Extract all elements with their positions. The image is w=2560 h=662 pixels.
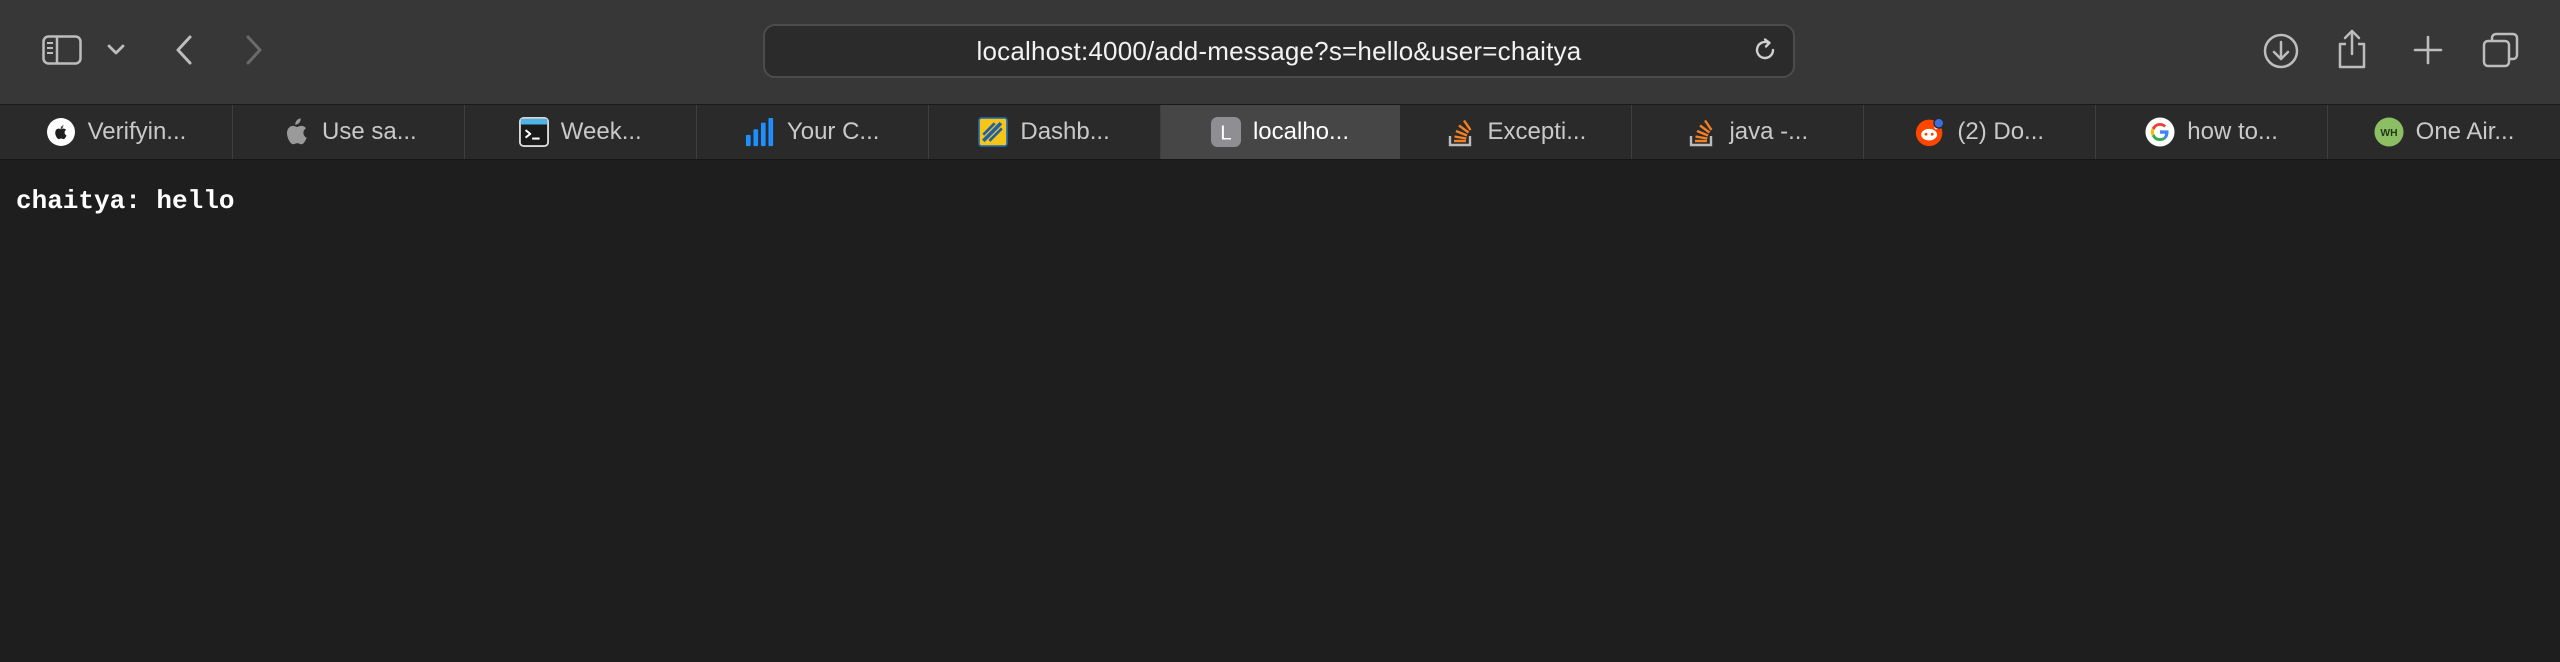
reload-button[interactable] [1751, 37, 1779, 68]
tab-localhost[interactable]: L localho... [1160, 105, 1401, 159]
tab-use-sa[interactable]: Use sa... [233, 105, 465, 159]
browser-window: localhost:4000/add-message?s=hello&user=… [0, 0, 2560, 662]
tab-label: Your C... [786, 118, 880, 145]
share-icon [2336, 28, 2368, 70]
browser-toolbar: localhost:4000/add-message?s=hello&user=… [0, 0, 2560, 104]
tab-bar: Verifyin... Use sa... Week... Your C... … [0, 104, 2560, 160]
terminal-icon [518, 117, 549, 147]
reddit-icon [1915, 117, 1945, 147]
apple-icon [46, 117, 76, 147]
tab-reddit[interactable]: (2) Do... [1864, 105, 2097, 159]
downloads-button[interactable] [2260, 30, 2302, 72]
sidebar-icon [42, 35, 82, 65]
share-button[interactable] [2332, 26, 2372, 72]
tab-verifying[interactable]: Verifyin... [0, 105, 233, 159]
tabs-overview-icon [2482, 32, 2520, 70]
bar-chart-icon [745, 117, 775, 147]
plus-icon [2412, 34, 2444, 66]
tab-overview-button[interactable] [2480, 30, 2522, 72]
tab-label: (2) Do... [1957, 118, 2045, 145]
wh-icon-text: WH [2380, 128, 2397, 139]
tab-label: Verifyin... [87, 118, 187, 145]
letter-l-icon: L [1210, 117, 1241, 147]
forward-button[interactable] [234, 28, 274, 72]
dashboard-icon [978, 117, 1009, 147]
forward-icon [244, 34, 264, 66]
new-tab-button[interactable] [2408, 30, 2448, 70]
tab-label: One Air... [2415, 118, 2515, 145]
letter-l-text: L [1220, 122, 1231, 145]
stackoverflow-icon [1687, 117, 1717, 147]
tab-week[interactable]: Week... [465, 105, 697, 159]
back-icon [174, 34, 194, 66]
tab-one-air[interactable]: WH One Air... [2328, 105, 2560, 159]
address-bar[interactable]: localhost:4000/add-message?s=hello&user=… [763, 24, 1795, 78]
tab-label: how to... [2187, 118, 2278, 145]
tab-label: localho... [1252, 118, 1350, 145]
tab-exception[interactable]: Excepti... [1400, 105, 1633, 159]
reload-icon [1752, 37, 1778, 68]
tab-label: Use sa... [322, 118, 417, 145]
sidebar-menu-button[interactable] [100, 32, 132, 68]
back-button[interactable] [164, 28, 204, 72]
url-text[interactable]: localhost:4000/add-message?s=hello&user=… [977, 36, 1582, 67]
message-text: chaitya: hello [16, 186, 235, 216]
tab-label: Excepti... [1487, 118, 1587, 145]
tab-dashboard[interactable]: Dashb... [929, 105, 1161, 159]
stackoverflow-icon [1446, 117, 1476, 147]
wh-icon: WH [2374, 117, 2404, 147]
page-content: chaitya: hello [0, 160, 2560, 662]
google-icon [2145, 117, 2175, 147]
sidebar-toggle-button[interactable] [36, 30, 88, 70]
download-icon [2262, 32, 2300, 70]
tab-label: java -... [1729, 118, 1809, 145]
tab-label: Week... [560, 118, 642, 145]
tab-your-c[interactable]: Your C... [697, 105, 929, 159]
tab-java[interactable]: java -... [1632, 105, 1865, 159]
chevron-down-icon [107, 44, 125, 56]
apple-icon [280, 117, 310, 147]
tab-google[interactable]: how to... [2096, 105, 2329, 159]
tab-label: Dashb... [1020, 118, 1110, 145]
